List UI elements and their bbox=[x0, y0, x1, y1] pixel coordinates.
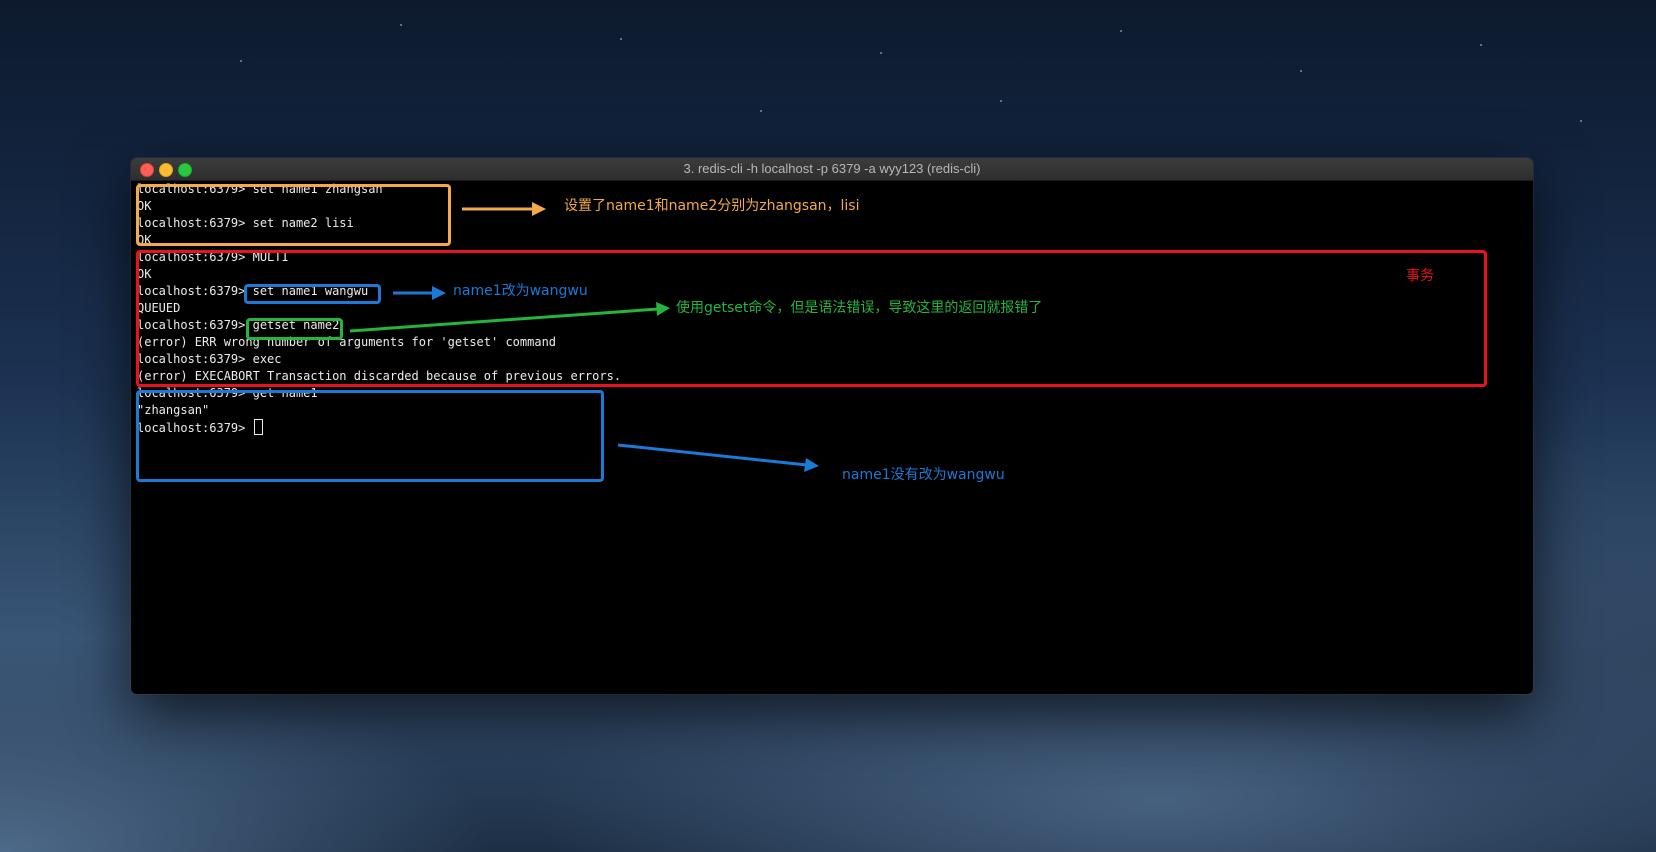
star bbox=[1120, 30, 1122, 32]
get-result-highlight bbox=[136, 390, 604, 482]
star bbox=[240, 60, 242, 62]
star bbox=[1000, 100, 1002, 102]
note-set-values: 设置了name1和name2分别为zhangsan，lisi bbox=[564, 198, 860, 214]
title-bar[interactable]: 3. redis-cli -h localhost -p 6379 -a wyy… bbox=[131, 158, 1533, 181]
star bbox=[620, 38, 622, 40]
set-wangwu-highlight bbox=[244, 284, 381, 304]
star bbox=[1580, 120, 1582, 122]
note-name1-unchanged: name1没有改为wangwu bbox=[842, 467, 1005, 483]
set-commands-highlight bbox=[136, 184, 451, 246]
star bbox=[1300, 70, 1302, 72]
note-getset-error: 使用getset命令，但是语法错误，导致这里的返回就报错了 bbox=[676, 300, 1043, 316]
note-name1-changed: name1改为wangwu bbox=[453, 283, 588, 299]
star bbox=[400, 24, 402, 26]
window-title: 3. redis-cli -h localhost -p 6379 -a wyy… bbox=[683, 161, 981, 176]
star bbox=[760, 110, 762, 112]
getset-highlight bbox=[246, 318, 343, 340]
star bbox=[880, 52, 882, 54]
star bbox=[1480, 44, 1482, 46]
note-transaction: 事务 bbox=[1406, 268, 1434, 284]
